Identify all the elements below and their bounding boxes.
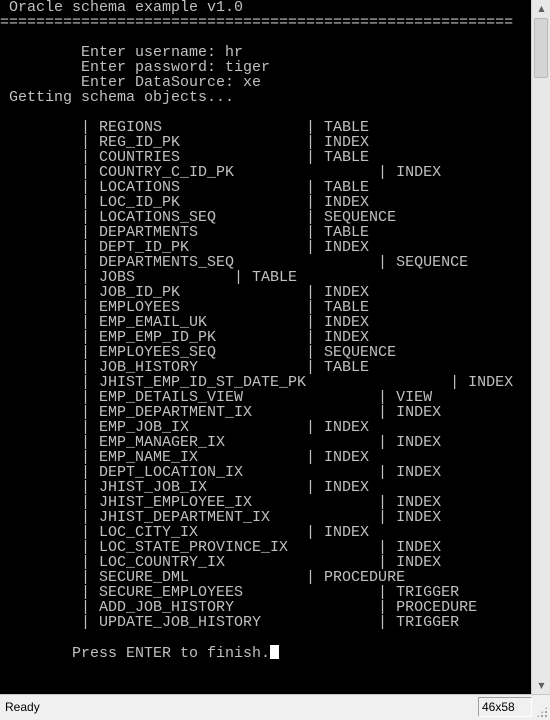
console-line: | SECURE_DML | PROCEDURE <box>0 569 406 586</box>
console-line: | SECURE_EMPLOYEES | TRIGGER <box>0 584 460 601</box>
console-line: | JOBS | TABLE <box>0 269 298 286</box>
console-line: | REG_ID_PK | INDEX <box>0 134 370 151</box>
arrow-up-icon[interactable]: ▲ <box>533 0 550 17</box>
console-line: | EMP_NAME_IX | INDEX <box>0 449 370 466</box>
console-line: | ADD_JOB_HISTORY | PROCEDURE <box>0 599 478 616</box>
status-text: Ready <box>5 700 40 714</box>
console-line: | LOC_COUNTRY_IX | INDEX <box>0 554 442 571</box>
console-line: Press ENTER to finish. <box>0 645 513 661</box>
console-line: | LOC_CITY_IX | INDEX <box>0 524 370 541</box>
console-line: | EMP_DETAILS_VIEW | VIEW <box>0 389 433 406</box>
console-line: | EMP_MANAGER_IX | INDEX <box>0 434 442 451</box>
console-line: Enter DataSource: xe <box>0 74 262 91</box>
console-line: | JHIST_EMPLOYEE_IX | INDEX <box>0 494 442 511</box>
console-line: | EMPLOYEES | TABLE <box>0 299 370 316</box>
console-line: Enter password: tiger <box>0 59 271 76</box>
console-line: | LOCATIONS | TABLE <box>0 179 370 196</box>
console-text: Oracle schema example v1.0 ==============… <box>0 0 514 661</box>
resize-grip-icon[interactable] <box>536 706 548 718</box>
status-bar: Ready 46x58 <box>0 694 550 720</box>
console-line: | LOC_ID_PK | INDEX <box>0 194 370 211</box>
console-line: | LOC_STATE_PROVINCE_IX | INDEX <box>0 539 442 556</box>
console-line: ========================================… <box>0 14 514 31</box>
console-line: | EMPLOYEES_SEQ | SEQUENCE <box>0 344 397 361</box>
console-line: | UPDATE_JOB_HISTORY | TRIGGER <box>0 614 460 631</box>
console-line: | COUNTRIES | TABLE <box>0 149 370 166</box>
console-line: | LOCATIONS_SEQ | SEQUENCE <box>0 209 397 226</box>
console-line: | DEPARTMENTS | TABLE <box>0 224 370 241</box>
vertical-scrollbar[interactable]: ▲ ▼ <box>531 0 550 694</box>
arrow-down-icon[interactable]: ▼ <box>533 677 550 694</box>
console-line: Getting schema objects... <box>0 89 235 106</box>
console-line: Oracle schema example v1.0 <box>0 0 244 16</box>
console-line: | JHIST_DEPARTMENT_IX | INDEX <box>0 509 442 526</box>
console-line: | DEPT_LOCATION_IX | INDEX <box>0 464 442 481</box>
console-line: | JHIST_JOB_IX | INDEX <box>0 479 370 496</box>
console-line: | JOB_HISTORY | TABLE <box>0 359 370 376</box>
scrollbar-thumb[interactable] <box>534 18 548 78</box>
console-line: | EMP_JOB_IX | INDEX <box>0 419 370 436</box>
console-line: | DEPARTMENTS_SEQ | SEQUENCE <box>0 254 469 271</box>
console-line: | JOB_ID_PK | INDEX <box>0 284 370 301</box>
console-line: | EMP_EMAIL_UK | INDEX <box>0 314 370 331</box>
console-output[interactable]: Oracle schema example v1.0 ==============… <box>0 0 531 694</box>
console-line: | COUNTRY_C_ID_PK | INDEX <box>0 164 442 181</box>
console-size-indicator: 46x58 <box>478 697 532 717</box>
text-cursor <box>270 645 280 659</box>
console-line: | EMP_DEPARTMENT_IX | INDEX <box>0 404 442 421</box>
console-line: | JHIST_EMP_ID_ST_DATE_PK | INDEX <box>0 374 514 391</box>
console-line: | DEPT_ID_PK | INDEX <box>0 239 370 256</box>
console-line: Enter username: hr <box>0 44 244 61</box>
console-line: | EMP_EMP_ID_PK | INDEX <box>0 329 370 346</box>
console-line: | REGIONS | TABLE <box>0 119 370 136</box>
